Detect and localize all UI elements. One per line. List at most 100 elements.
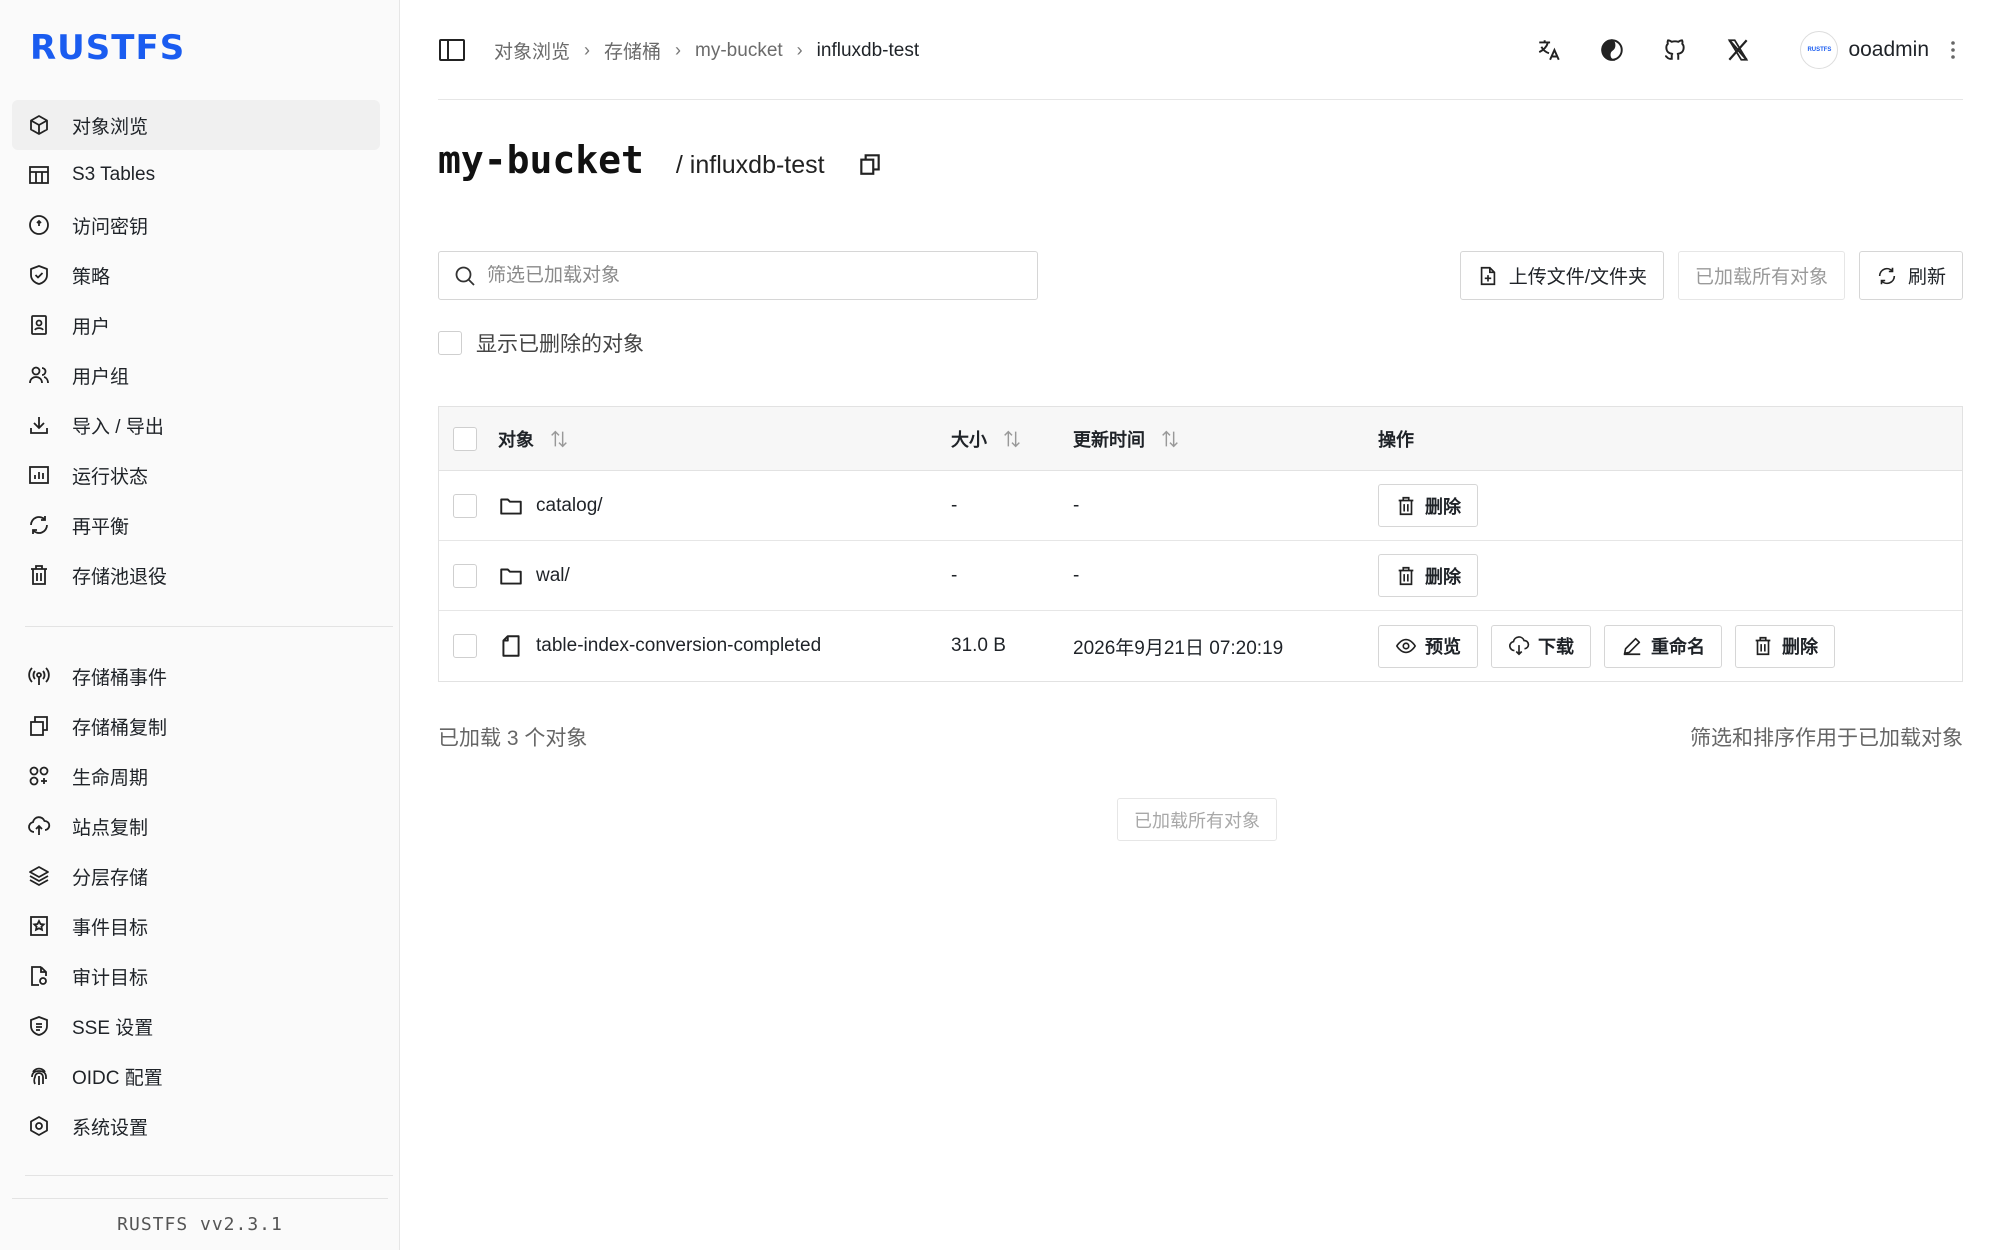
refresh-icon [26, 512, 52, 538]
sidebar-item-label: 事件目标 [72, 917, 149, 939]
object-name-link[interactable]: wal/ [536, 565, 570, 587]
sidebar-nav-admin: 存储桶事件 存储桶复制 生命周期 站点复制 分层存储 事件目标 审计目标 SSE… [12, 651, 380, 1151]
row-checkbox[interactable] [453, 634, 477, 658]
rename-button[interactable]: 重命名 [1604, 624, 1722, 668]
show-deleted-checkbox[interactable] [438, 331, 462, 355]
breadcrumb-item-buckets[interactable]: 存储桶 [604, 37, 661, 64]
sidebar-item-event-targets[interactable]: 事件目标 [12, 901, 380, 951]
sidebar-item-user-groups[interactable]: 用户组 [12, 350, 380, 400]
sidebar-item-access-keys[interactable]: 访问密钥 [12, 200, 380, 250]
objects-table: 对象 大小 更新时间 操作 catalog/ - - 删除 wal/ - - 删… [438, 406, 1963, 682]
sidebar-item-s3-tables[interactable]: S3 Tables [12, 150, 380, 200]
show-deleted-toggle[interactable]: 显示已删除的对象 [438, 328, 644, 358]
delete-label: 删除 [1425, 496, 1461, 517]
row-checkbox[interactable] [453, 563, 477, 588]
trash-icon [1398, 496, 1414, 515]
refresh-icon [1878, 267, 1896, 284]
sidebar-item-site-replication[interactable]: 站点复制 [12, 801, 380, 851]
column-header-actions: 操作 [1378, 429, 1414, 450]
sidebar-item-oidc-config[interactable]: OIDC 配置 [12, 1051, 380, 1101]
breadcrumb-item-bucket[interactable]: my-bucket [695, 40, 783, 62]
object-updated: 2026年9月21日 07:20:19 [1073, 637, 1284, 659]
table-header: 对象 大小 更新时间 操作 [439, 407, 1962, 471]
row-checkbox[interactable] [453, 493, 477, 518]
column-header-size[interactable]: 大小 [951, 426, 1073, 452]
sidebar-item-label: 导入 / 导出 [72, 416, 164, 438]
column-header-updated[interactable]: 更新时间 [1073, 426, 1378, 452]
theme-toggle-icon[interactable] [1592, 30, 1632, 70]
sidebar-item-rebalance[interactable]: 再平衡 [12, 500, 380, 550]
loaded-all-button[interactable]: 已加载所有对象 [1677, 251, 1845, 300]
sidebar-item-sse-settings[interactable]: SSE 设置 [12, 1001, 380, 1051]
sidebar-item-policies[interactable]: 策略 [12, 250, 380, 300]
x-twitter-icon[interactable] [1718, 30, 1758, 70]
sidebar-item-users[interactable]: 用户 [12, 300, 380, 350]
breadcrumb-item-object-browser[interactable]: 对象浏览 [494, 37, 570, 64]
sidebar-item-label: 再平衡 [72, 516, 130, 538]
delete-button[interactable]: 删除 [1735, 624, 1835, 668]
hexagon-settings-icon [26, 1113, 52, 1139]
sidebar-item-bucket-replication[interactable]: 存储桶复制 [12, 701, 380, 751]
sidebar-item-system-settings[interactable]: 系统设置 [12, 1101, 380, 1151]
cube-icon [26, 112, 52, 138]
upload-label: 上传文件/文件夹 [1508, 267, 1647, 288]
download-button[interactable]: 下载 [1491, 624, 1591, 668]
folder-icon [500, 498, 522, 515]
file-icon [502, 635, 520, 657]
toggle-sidebar-icon[interactable] [438, 37, 466, 63]
delete-button[interactable]: 删除 [1378, 554, 1478, 597]
select-all-checkbox[interactable] [453, 426, 477, 451]
load-all-button[interactable]: 已加载所有对象 [1117, 798, 1277, 841]
preview-label: 预览 [1425, 637, 1461, 657]
sidebar-item-label: 存储桶复制 [72, 717, 168, 739]
sidebar-item-object-browser[interactable]: 对象浏览 [12, 100, 380, 150]
sidebar-item-label: 存储池退役 [72, 566, 168, 588]
copy-path-icon[interactable] [857, 151, 883, 177]
sidebar-item-import-export[interactable]: 导入 / 导出 [12, 400, 380, 450]
copy-icon [26, 713, 52, 739]
github-icon[interactable] [1655, 30, 1695, 70]
user-menu[interactable]: RUSTFS ooadmin [1800, 31, 1963, 69]
download-icon [26, 412, 52, 438]
sidebar-item-status[interactable]: 运行状态 [12, 450, 380, 500]
sidebar-item-label: 存储桶事件 [72, 667, 168, 689]
sidebar-item-label: 对象浏览 [72, 116, 149, 138]
object-name-link[interactable]: table-index-conversion-completed [536, 635, 821, 657]
breadcrumb-item-current: influxdb-test [816, 39, 920, 61]
refresh-button[interactable]: 刷新 [1858, 251, 1963, 300]
upload-button[interactable]: 上传文件/文件夹 [1459, 251, 1664, 300]
filter-input[interactable] [487, 264, 1007, 287]
sidebar-item-label: 系统设置 [72, 1117, 149, 1139]
column-header-name[interactable]: 对象 [498, 426, 951, 452]
encryption-icon [26, 1013, 52, 1039]
object-size: - [951, 494, 958, 516]
eye-icon [1395, 638, 1417, 654]
sidebar-item-label: 分层存储 [72, 867, 149, 889]
trash-icon [1398, 566, 1414, 585]
sidebar-item-pool-decommission[interactable]: 存储池退役 [12, 550, 380, 600]
table-row[interactable]: catalog/ - - 删除 [439, 471, 1962, 541]
key-icon [26, 212, 52, 238]
more-vertical-icon[interactable] [1943, 35, 1963, 65]
sidebar-item-audit-targets[interactable]: 审计目标 [12, 951, 380, 1001]
sidebar-nav-main: 对象浏览 S3 Tables 访问密钥 策略 用户 用户组 导入 / 导出 运行… [12, 100, 380, 600]
search-icon [455, 266, 475, 286]
table-row[interactable]: wal/ - - 删除 [439, 541, 1962, 611]
sidebar-item-lifecycle[interactable]: 生命周期 [12, 751, 380, 801]
table-row[interactable]: table-index-conversion-completed 31.0 B … [439, 611, 1962, 681]
sidebar-item-label: 站点复制 [72, 817, 149, 839]
brand-logo[interactable]: RUSTFS [30, 28, 185, 68]
avatar: RUSTFS [1800, 31, 1839, 69]
bucket-title: my-bucket [438, 138, 644, 182]
object-name-link[interactable]: catalog/ [536, 495, 603, 517]
delete-button[interactable]: 删除 [1378, 484, 1478, 527]
sidebar-item-bucket-events[interactable]: 存储桶事件 [12, 651, 380, 701]
translate-icon[interactable] [1529, 30, 1569, 70]
preview-button[interactable]: 预览 [1378, 624, 1478, 668]
sidebar-item-label: 审计目标 [72, 967, 149, 989]
version-label: RUSTFS vv2.3.1 [12, 1198, 388, 1250]
column-header-label: 更新时间 [1073, 429, 1145, 450]
sidebar-item-tiering[interactable]: 分层存储 [12, 851, 380, 901]
breadcrumb: 对象浏览 › 存储桶 › my-bucket › influxdb-test [494, 37, 919, 64]
shield-check-icon [26, 262, 52, 288]
